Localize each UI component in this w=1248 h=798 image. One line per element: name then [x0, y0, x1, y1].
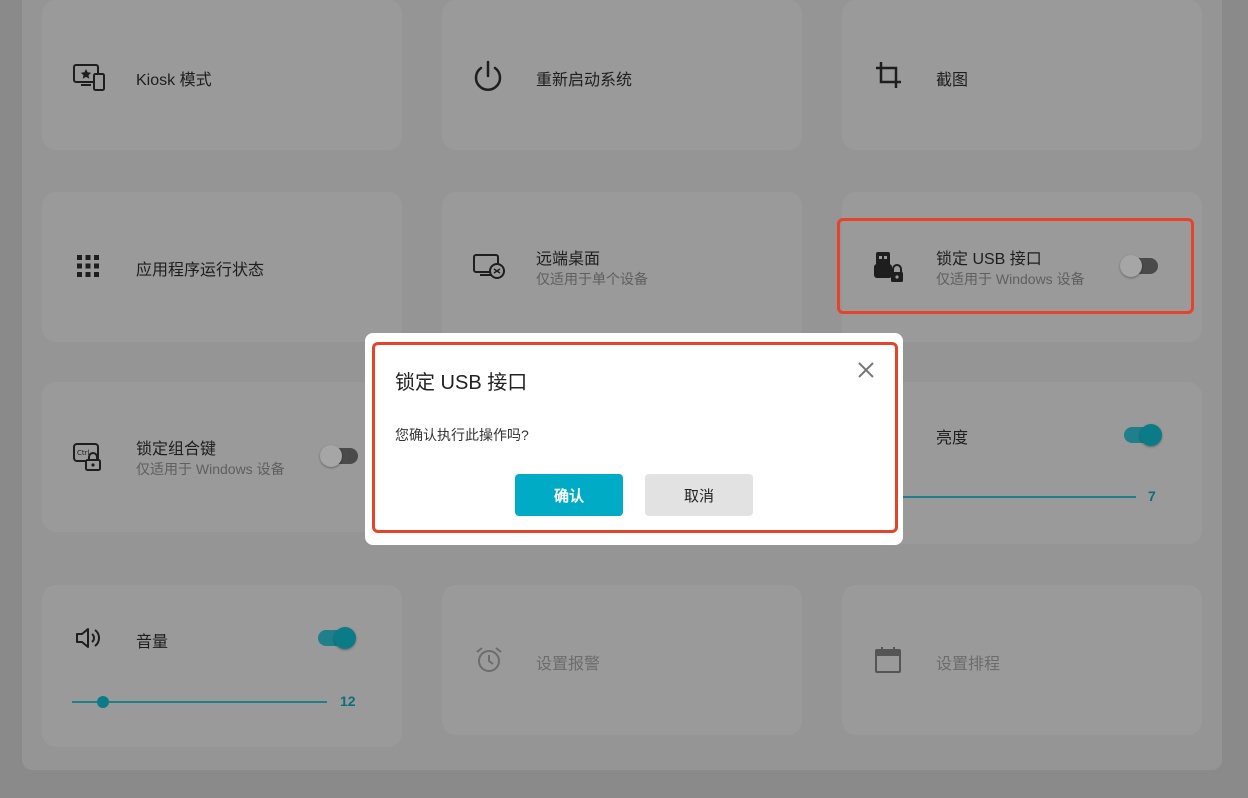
highlight-dialog [372, 342, 898, 533]
toggle-knob [334, 627, 356, 649]
speaker-icon [76, 628, 100, 648]
power-icon [474, 60, 502, 91]
brightness-slider-track[interactable] [902, 496, 1136, 498]
card-title: 远端桌面 [536, 251, 601, 268]
alarm-clock-icon [476, 647, 502, 672]
card-set-schedule[interactable]: 设置排程 [842, 585, 1202, 735]
volume-toggle[interactable] [318, 627, 356, 649]
card-volume[interactable]: 音量 12 [42, 585, 402, 747]
card-screenshot[interactable]: 截图 [842, 0, 1202, 150]
remote-desktop-icon [473, 254, 505, 279]
volume-slider-track[interactable] [72, 701, 327, 703]
keyboard-lock-icon: Ctrl [73, 443, 101, 471]
card-title: 截图 [936, 72, 969, 89]
card-restart-system[interactable]: 重新启动系统 [442, 0, 802, 150]
svg-text:Ctrl: Ctrl [77, 449, 90, 457]
card-title: Kiosk 模式 [136, 72, 212, 89]
kiosk-monitor-star-icon [73, 64, 105, 91]
highlight-lock-usb [837, 218, 1194, 314]
card-set-alarm[interactable]: 设置报警 [442, 585, 802, 735]
toggle-knob [320, 445, 342, 467]
card-title: 音量 [136, 634, 169, 651]
lock-key-combo-toggle[interactable] [320, 445, 358, 467]
card-lock-key-combo[interactable]: Ctrl 锁定组合键 仅适用于 Windows 设备 [42, 382, 402, 532]
card-title: 应用程序运行状态 [136, 262, 265, 279]
crop-icon [876, 62, 901, 88]
brightness-toggle[interactable] [1124, 424, 1162, 446]
card-title: 锁定组合键 [136, 441, 217, 458]
card-remote-desktop[interactable]: 远端桌面 仅适用于单个设备 [442, 192, 802, 342]
calendar-icon [875, 647, 901, 673]
grid-apps-icon [77, 255, 99, 277]
volume-value: 12 [340, 693, 356, 709]
card-kiosk-mode[interactable]: Kiosk 模式 [42, 0, 402, 150]
brightness-value: 7 [1148, 488, 1156, 504]
card-app-status[interactable]: 应用程序运行状态 [42, 192, 402, 342]
card-title: 设置排程 [936, 656, 1001, 673]
toggle-knob [1140, 424, 1162, 446]
card-subtitle: 仅适用于单个设备 [536, 271, 648, 287]
card-title: 重新启动系统 [536, 72, 633, 89]
card-subtitle: 仅适用于 Windows 设备 [136, 461, 285, 477]
card-title: 设置报警 [536, 656, 601, 673]
card-title: 亮度 [936, 430, 969, 447]
volume-slider-thumb[interactable] [97, 696, 109, 708]
